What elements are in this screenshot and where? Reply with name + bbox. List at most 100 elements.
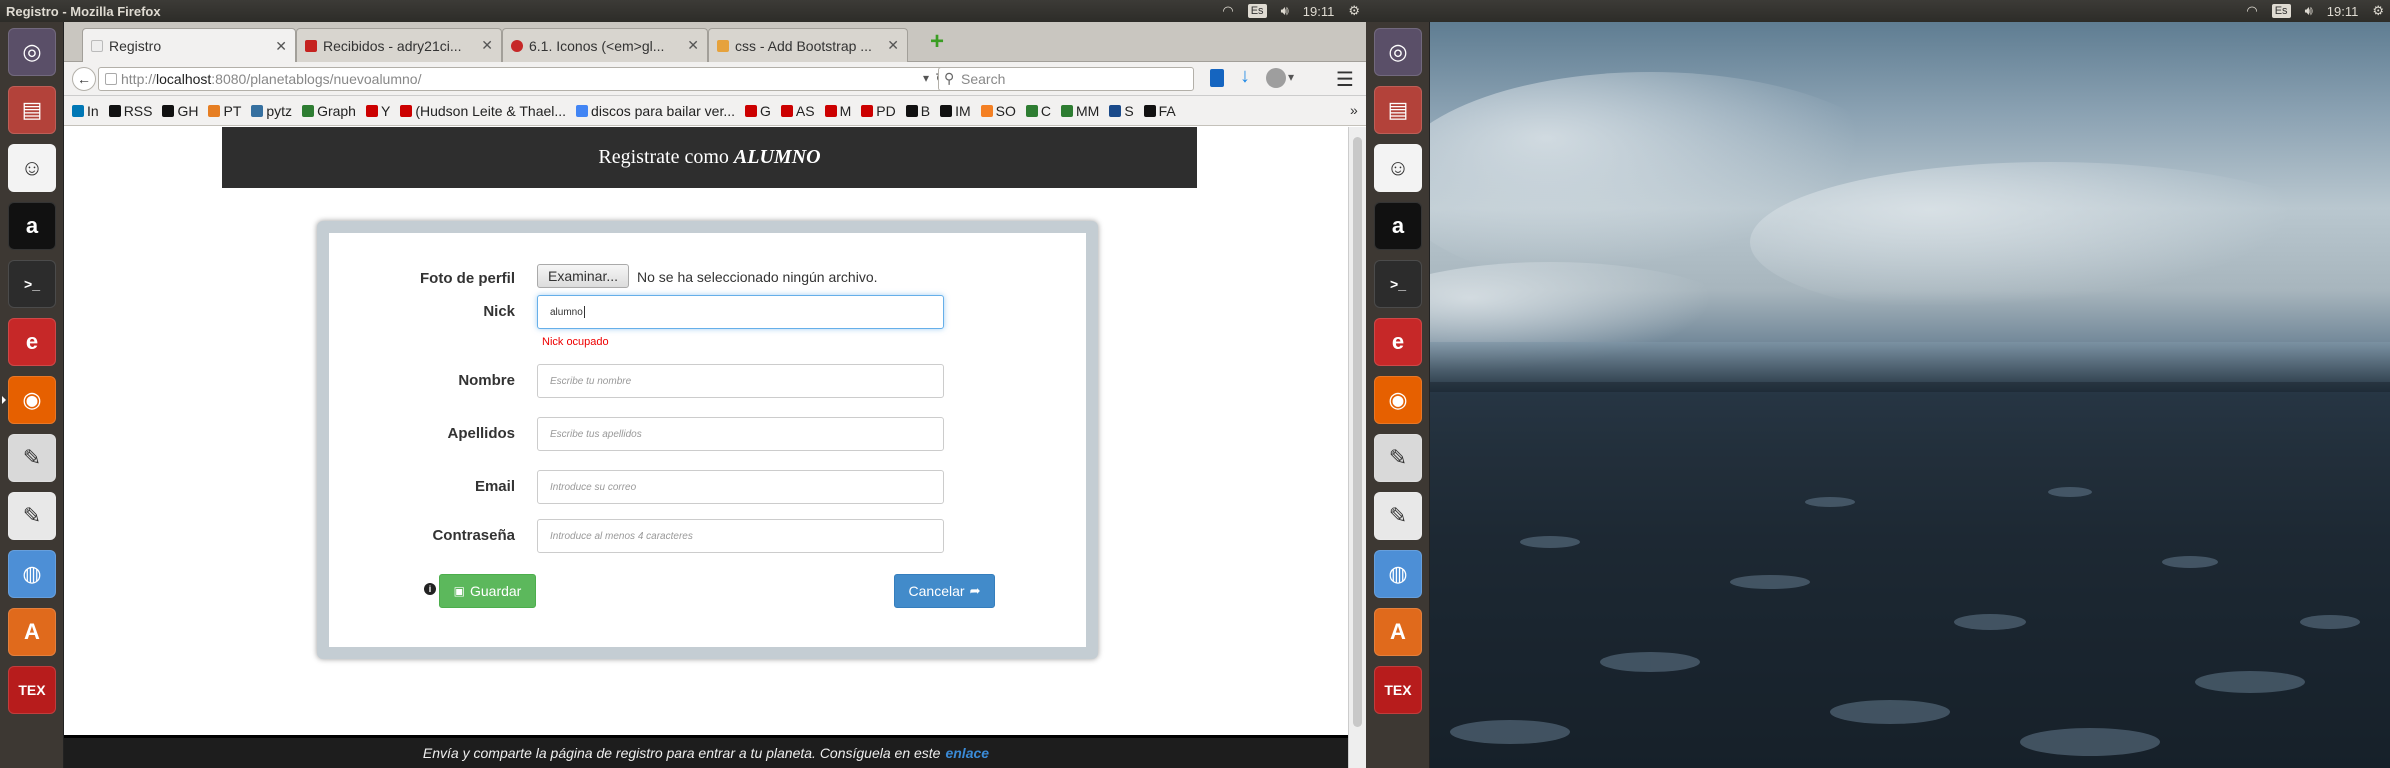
browse-file-button[interactable]: Examinar...	[537, 264, 630, 288]
files-icon[interactable]: ▤	[8, 86, 56, 134]
nick-input[interactable]: alumno	[537, 295, 944, 329]
ubuntu-dash-icon[interactable]: ◎	[8, 28, 56, 76]
volume-icon[interactable]: 🔊︎	[1281, 3, 1289, 19]
wifi-icon[interactable]: ◠	[1222, 3, 1233, 19]
close-icon[interactable]: ✕	[687, 37, 699, 54]
files-icon[interactable]: ▤	[1374, 86, 1422, 134]
search-box[interactable]: ⚲ Search	[938, 67, 1194, 91]
app-e-icon[interactable]: e	[8, 318, 56, 366]
email-label: Email	[474, 478, 515, 495]
amazon-icon[interactable]: a	[8, 202, 56, 250]
vertical-scrollbar[interactable]	[1348, 127, 1366, 768]
password-input[interactable]: Introduce al menos 4 caracteres	[537, 519, 944, 553]
bookmark-item[interactable]: In	[72, 103, 99, 119]
save-button[interactable]: ▣ Guardar	[439, 574, 536, 608]
dropdown-icon[interactable]: ▾	[923, 71, 929, 85]
bookmark-item[interactable]: IM	[940, 103, 971, 119]
bookmark-item[interactable]: FA	[1143, 102, 1176, 119]
bookmarks-icon[interactable]	[1210, 69, 1224, 87]
back-icon[interactable]: ←	[72, 67, 96, 91]
bookmark-label: GH	[177, 102, 199, 119]
app-robot-icon[interactable]: ☺	[8, 144, 56, 192]
tab-css[interactable]: css - Add Bootstrap ... ✕	[708, 28, 908, 62]
bookmark-item[interactable]: Graph	[302, 103, 356, 119]
close-icon[interactable]: ✕	[275, 38, 287, 55]
clock[interactable]: 19:11	[2327, 4, 2359, 19]
app-e-icon[interactable]: e	[1374, 318, 1422, 366]
registration-form: Foto de perfil Examinar... No se ha sele…	[329, 233, 1086, 647]
bookmarks-overflow-icon[interactable]: »	[1350, 102, 1358, 118]
bookmark-item[interactable]: PD	[861, 103, 896, 119]
software-center-icon[interactable]: A	[1374, 608, 1422, 656]
gear-icon[interactable]: ⚙	[1348, 3, 1360, 19]
new-tab-icon[interactable]: +	[930, 30, 944, 54]
bookmark-label: B	[920, 102, 931, 119]
url-bar[interactable]: http://localhost:8080/planetablogs/nuevo…	[98, 67, 954, 91]
terminal-icon[interactable]: >_	[1374, 260, 1422, 308]
amazon-icon[interactable]: a	[1374, 202, 1422, 250]
tex-icon[interactable]: TEX	[8, 666, 56, 714]
bookmark-item[interactable]: AS	[780, 102, 815, 119]
download-icon[interactable]: ↓	[1240, 65, 1250, 88]
scrollbar-thumb[interactable]	[1353, 137, 1362, 727]
text-editor-icon[interactable]: ✎	[1374, 434, 1422, 482]
bookmark-item[interactable]: RSS	[108, 103, 152, 119]
text-cursor	[583, 306, 585, 318]
tab-registro[interactable]: Registro ✕	[82, 28, 296, 63]
ubuntu-dash-icon[interactable]: ◎	[1374, 28, 1422, 76]
wifi-icon[interactable]: ◠	[2246, 3, 2257, 19]
text-editor-2-icon[interactable]: ✎	[8, 492, 56, 540]
bookmark-label: M	[839, 102, 852, 119]
close-icon[interactable]: ✕	[887, 37, 899, 54]
bookmark-item[interactable]: MM	[1060, 102, 1100, 119]
apellidos-input[interactable]: Escribe tus apellidos	[537, 417, 944, 451]
chromium-icon[interactable]: ◍	[8, 550, 56, 598]
bookmark-item[interactable]: (Hudson Leite & Thael...	[400, 103, 566, 119]
bookmark-item[interactable]: GH	[162, 103, 198, 119]
bookmark-label: AS	[795, 102, 815, 119]
terminal-icon[interactable]: >_	[8, 260, 56, 308]
email-input[interactable]: Introduce su correo	[537, 470, 944, 504]
chevron-down-icon[interactable]: ▾	[1288, 70, 1294, 84]
cancel-button[interactable]: Cancelar ➦	[894, 574, 995, 608]
nombre-input[interactable]: Escribe tu nombre	[537, 364, 944, 398]
footer-link[interactable]: enlace	[945, 745, 989, 761]
clock[interactable]: 19:11	[1303, 4, 1335, 19]
close-icon[interactable]: ✕	[481, 37, 493, 54]
bookmark-item[interactable]: S	[1109, 103, 1134, 119]
firefox-icon[interactable]: ◉	[8, 376, 56, 424]
tab-iconos[interactable]: 6.1. Iconos (<em>gl... ✕	[502, 28, 708, 62]
app-robot-icon[interactable]: ☺	[1374, 144, 1422, 192]
bookmark-favicon-icon	[251, 104, 264, 117]
bookmark-favicon-icon	[302, 104, 315, 117]
info-icon[interactable]: i	[424, 583, 436, 595]
tex-icon[interactable]: TEX	[1374, 666, 1422, 714]
bookmark-item[interactable]: C	[1025, 103, 1051, 119]
bookmark-item[interactable]: B	[905, 102, 931, 119]
bookmark-item[interactable]: Y	[365, 103, 390, 119]
software-center-icon[interactable]: A	[8, 608, 56, 656]
bookmark-item[interactable]: PT	[208, 103, 241, 119]
bookmark-label: FA	[1158, 102, 1176, 119]
firefox-icon[interactable]: ◉	[1374, 376, 1422, 424]
keyboard-indicator[interactable]: Es	[1247, 4, 1267, 18]
bookmark-item[interactable]: M	[824, 102, 852, 119]
gear-icon[interactable]: ⚙	[2372, 3, 2384, 19]
volume-icon[interactable]: 🔊︎	[2305, 3, 2313, 19]
menu-icon[interactable]: ☰	[1336, 67, 1354, 92]
bookmark-item[interactable]: G	[745, 103, 771, 119]
chromium-icon[interactable]: ◍	[1374, 550, 1422, 598]
text-editor-icon[interactable]: ✎	[8, 434, 56, 482]
bookmark-label: Graph	[317, 102, 356, 119]
addon-icon[interactable]	[1266, 68, 1286, 88]
page-header: Registrate como ALUMNO	[222, 127, 1197, 188]
password-placeholder: Introduce al menos 4 caracteres	[550, 530, 693, 542]
keyboard-indicator[interactable]: Es	[2271, 4, 2291, 18]
tab-recibidos[interactable]: Recibidos - adry21ci... ✕	[296, 28, 502, 62]
bookmark-item[interactable]: discos para bailar ver...	[576, 103, 735, 119]
site-identity-icon[interactable]	[105, 73, 117, 85]
bookmark-item[interactable]: pytz	[251, 103, 292, 119]
text-editor-2-icon[interactable]: ✎	[1374, 492, 1422, 540]
bookmark-item[interactable]: SO	[980, 103, 1016, 119]
bookmark-label: MM	[1075, 102, 1100, 119]
